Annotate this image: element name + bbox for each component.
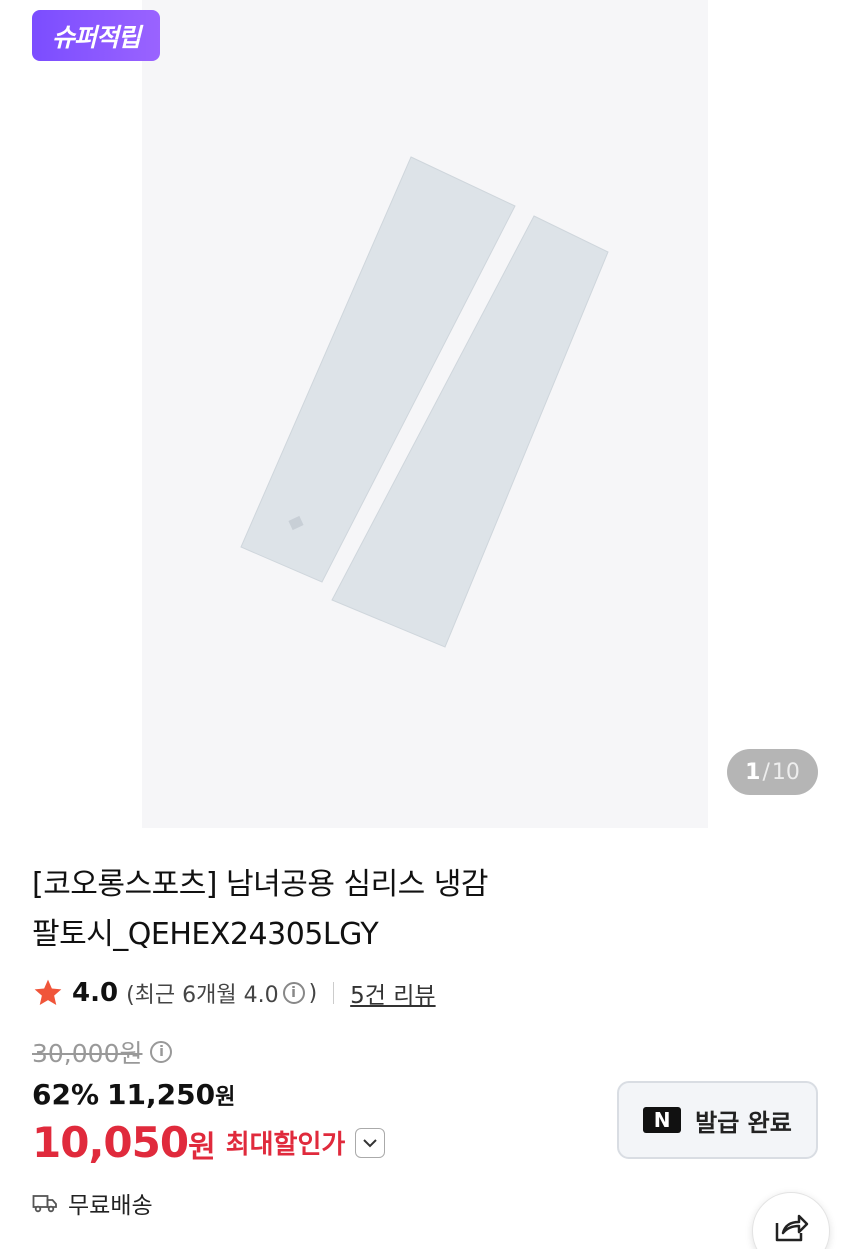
shipping-label: 무료배송	[68, 1193, 153, 1219]
sale-price-row: 62% 11,250원	[32, 1078, 235, 1111]
naver-n-icon: N	[643, 1107, 682, 1133]
max-discount-price: 10,050원	[32, 1118, 216, 1167]
coupon-label: 발급 완료	[695, 1108, 792, 1137]
original-price: 30,000원	[32, 1039, 143, 1068]
share-button[interactable]	[752, 1192, 830, 1249]
shipping-info: 무료배송	[32, 1186, 153, 1220]
max-discount-price-row[interactable]: 10,050원 최대할인가	[32, 1118, 386, 1167]
max-discount-amount: 10,050	[32, 1118, 189, 1167]
star-icon	[34, 979, 62, 1005]
image-counter-separator: /	[762, 759, 770, 785]
info-icon[interactable]: i	[282, 982, 305, 1004]
sale-price-amount: 11,250	[107, 1078, 216, 1111]
product-photo[interactable]	[142, 0, 708, 828]
discount-rate: 62%	[32, 1078, 100, 1111]
product-image-gallery[interactable]: 슈퍼적립 1 / 10	[0, 0, 850, 830]
image-counter: 1 / 10	[727, 749, 818, 795]
coupon-issued-button[interactable]: N 발급 완료	[617, 1081, 818, 1159]
image-counter-total: 10	[771, 759, 800, 785]
review-count-link[interactable]: 5건 리뷰	[350, 976, 435, 1010]
share-icon	[775, 1214, 809, 1242]
arm-sleeve-image	[240, 156, 609, 648]
image-counter-current: 1	[745, 759, 761, 785]
truck-icon	[32, 1195, 57, 1213]
rating-row: 4.0 (최근 6개월 4.0 i ) 5건 리뷰	[32, 975, 436, 1011]
product-title-line2: 팔토시_QEHEX24305LGY	[32, 917, 379, 952]
max-discount-unit: 원	[188, 1130, 216, 1165]
original-price-row: 30,000원 i	[32, 1034, 173, 1070]
product-title: [코오롱스포츠] 남녀공용 심리스 냉감 팔토시_QEHEX24305LGY	[32, 860, 592, 960]
super-points-badge: 슈퍼적립	[32, 10, 160, 61]
divider	[333, 982, 335, 1004]
recent-rating: (최근 6개월 4.0 i )	[126, 977, 317, 1009]
product-title-line1: [코오롱스포츠] 남녀공용 심리스 냉감	[32, 867, 489, 902]
info-icon[interactable]: i	[150, 1041, 173, 1063]
recent-rating-close: )	[308, 980, 318, 1006]
chevron-down-icon[interactable]	[355, 1127, 386, 1158]
max-discount-label: 최대할인가	[225, 1130, 346, 1160]
sale-price-unit: 원	[215, 1085, 236, 1110]
recent-rating-label: (최근 6개월 4.0	[126, 983, 279, 1008]
rating-score: 4.0	[72, 978, 119, 1008]
sale-price: 11,250원	[107, 1078, 235, 1111]
